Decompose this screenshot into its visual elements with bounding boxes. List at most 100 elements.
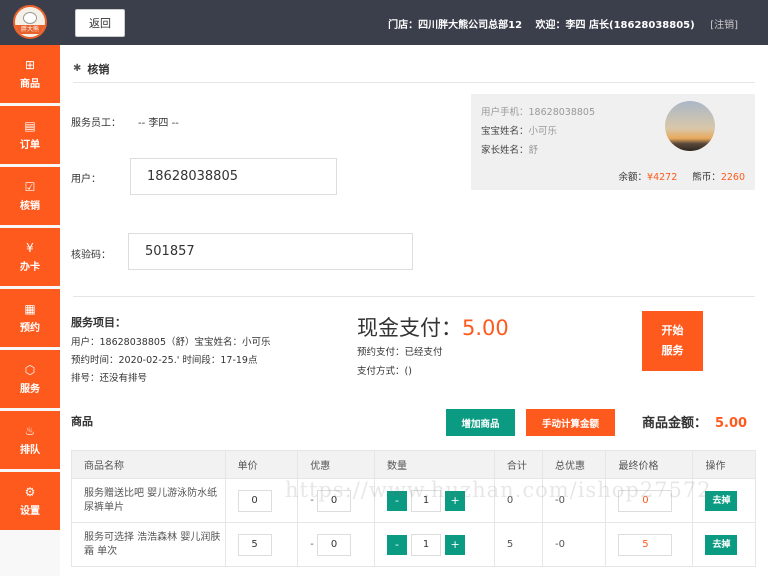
parent-name: 家长姓名：舒 bbox=[481, 142, 538, 156]
balance-info: 余额：¥4272 熊币：2260 bbox=[619, 169, 745, 183]
avatar bbox=[665, 101, 715, 151]
service-title: 服务项目： bbox=[71, 316, 126, 329]
price-cell: 0 bbox=[224, 478, 299, 523]
goods-name: 服务可选择 浩浩森林 婴儿润肤霜 单次 bbox=[71, 522, 226, 567]
check-doc-icon: ☑ bbox=[24, 180, 36, 194]
parent-value: 舒 bbox=[528, 145, 539, 156]
goods-amount-value: 5.00 bbox=[715, 416, 748, 431]
sidebar-item-settings[interactable]: ⚙ 设置 bbox=[0, 472, 60, 530]
sidebar-item-verify[interactable]: ☑ 核销 bbox=[0, 167, 60, 225]
goods-table: 商品名称 单价 优惠 数量 合计 总优惠 最终价格 操作 服务赠送比吧 婴儿游泳… bbox=[71, 450, 756, 567]
col-discount: 优惠 bbox=[297, 450, 376, 479]
sidebar-item-label: 设置 bbox=[20, 506, 40, 517]
qty-cell: -1 + bbox=[374, 522, 495, 567]
user-input[interactable]: 18628038805 bbox=[130, 158, 337, 195]
staff-select[interactable]: -- 李四 -- bbox=[138, 114, 179, 129]
start-service-button[interactable]: 开始服务 bbox=[642, 311, 703, 371]
discount-cell: - 0 bbox=[297, 478, 376, 523]
col-qty: 数量 bbox=[374, 450, 495, 479]
col-total-discount: 总优惠 bbox=[541, 450, 607, 479]
discount-cell: - 0 bbox=[297, 522, 376, 567]
balance-label: 余额： bbox=[618, 172, 648, 183]
main-content: ✱ 核销 服务员工： -- 李四 -- 用户： 18628038805 核验码：… bbox=[60, 45, 768, 576]
bear-face-icon bbox=[23, 12, 37, 24]
phone-value: 18628038805 bbox=[528, 107, 596, 118]
plus-button[interactable]: + bbox=[445, 490, 466, 511]
minus-button[interactable]: - bbox=[387, 534, 408, 555]
service-queue-line: 排号：还没有排号 bbox=[71, 373, 148, 384]
user-phone: 用户手机：18628038805 bbox=[481, 104, 595, 118]
col-action: 操作 bbox=[692, 450, 756, 479]
final-price-input[interactable]: 5 bbox=[618, 533, 673, 556]
col-final: 最终价格 bbox=[605, 450, 694, 479]
remove-button[interactable]: 去掉 bbox=[705, 490, 738, 511]
price-input[interactable]: 0 bbox=[237, 489, 272, 512]
code-label: 核验码： bbox=[71, 250, 111, 261]
pin-icon: ✱ bbox=[73, 63, 82, 74]
brand-logo: 胖大熊 bbox=[13, 5, 47, 39]
sidebar-item-label: 商品 bbox=[20, 79, 40, 90]
sidebar-item-booking[interactable]: ▦ 预约 bbox=[0, 289, 60, 347]
cash-payment-label: 现金支付： bbox=[357, 316, 462, 340]
total-discount-cell: -0 bbox=[541, 478, 607, 523]
sidebar-item-label: 服务 bbox=[20, 384, 40, 395]
action-cell: 去掉 bbox=[692, 522, 756, 567]
sidebar-item-label: 排队 bbox=[20, 445, 40, 456]
coins-label: 熊币： bbox=[692, 172, 721, 183]
service-time-line: 预约时间：2020-02-25.' 时间段：17-19点 bbox=[71, 355, 258, 366]
discount-input[interactable]: 0 bbox=[317, 489, 352, 512]
sidebar-item-orders[interactable]: ▤ 订单 bbox=[0, 106, 60, 164]
discount-input[interactable]: 0 bbox=[317, 533, 352, 556]
goods-name: 服务赠送比吧 婴儿游泳防水纸尿裤单片 bbox=[71, 478, 226, 523]
grid-plus-icon: ⊞ bbox=[24, 58, 36, 72]
sidebar-item-goods[interactable]: ⊞ 商品 bbox=[0, 45, 60, 103]
action-cell: 去掉 bbox=[692, 478, 756, 523]
sidebar-item-queue[interactable]: ♨ 排队 bbox=[0, 411, 60, 469]
welcome-text: 欢迎：李四 店长(18628038805) bbox=[535, 20, 695, 31]
qty-cell: -1 + bbox=[374, 478, 495, 523]
section-title: 核销 bbox=[87, 62, 110, 76]
goods-amount: 商品金额： 5.00 bbox=[642, 412, 747, 431]
col-price: 单价 bbox=[224, 450, 299, 479]
baby-label: 宝宝姓名： bbox=[481, 126, 529, 137]
sidebar-item-label: 办卡 bbox=[20, 262, 40, 273]
user-label: 用户： bbox=[71, 174, 101, 185]
sidebar-item-card[interactable]: ¥ 办卡 bbox=[0, 228, 60, 286]
baby-name: 宝宝姓名：小可乐 bbox=[481, 123, 557, 137]
sidebar-item-label: 预约 bbox=[20, 323, 40, 334]
table-row: 服务赠送比吧 婴儿游泳防水纸尿裤单片 0 - 0 -1 + 0 -0 0 去掉 bbox=[71, 478, 756, 523]
add-goods-button[interactable]: 增加商品 bbox=[446, 409, 515, 436]
user-info-card: 用户手机：18628038805 宝宝姓名：小可乐 家长姓名：舒 余额：¥427… bbox=[471, 94, 755, 190]
final-cell: 0 bbox=[605, 478, 694, 523]
sidebar-item-label: 订单 bbox=[20, 140, 40, 151]
minus-button[interactable]: - bbox=[387, 490, 408, 511]
final-cell: 5 bbox=[605, 522, 694, 567]
remove-button[interactable]: 去掉 bbox=[705, 534, 738, 555]
balance-value: ¥4272 bbox=[647, 172, 678, 183]
total-cell: 0 bbox=[493, 478, 543, 523]
col-name: 商品名称 bbox=[71, 450, 226, 479]
quantity-stepper: -1 + bbox=[387, 533, 466, 556]
start-service-label: 开始服务 bbox=[661, 324, 684, 357]
back-button[interactable]: 返回 bbox=[75, 9, 125, 37]
service-user-line: 用户：18628038805（舒）宝宝姓名：小可乐 bbox=[71, 337, 271, 348]
store-info: 门店：四川胖大熊公司总部12 欢迎：李四 店长(18628038805) [注销… bbox=[388, 16, 738, 31]
qty-input[interactable]: 1 bbox=[411, 489, 442, 512]
logout-link[interactable]: [注销] bbox=[710, 20, 738, 31]
manual-calc-button[interactable]: 手动计算金额 bbox=[526, 409, 615, 436]
logo-text: 胖大熊 bbox=[15, 25, 45, 34]
divider bbox=[73, 296, 755, 297]
payment-method: 支付方式：() bbox=[357, 366, 412, 377]
qty-input[interactable]: 1 bbox=[411, 533, 442, 556]
verify-code-input[interactable]: 501857 bbox=[128, 233, 413, 270]
final-price-input[interactable]: 0 bbox=[618, 489, 673, 512]
cash-payment: 现金支付：5.00 bbox=[357, 312, 509, 342]
price-input[interactable]: 5 bbox=[237, 533, 272, 556]
total-discount-cell: -0 bbox=[541, 522, 607, 567]
section-header: ✱ 核销 bbox=[73, 55, 755, 83]
prepay-status: 预约支付：已经支付 bbox=[357, 347, 443, 358]
sidebar-item-service[interactable]: ⬡ 服务 bbox=[0, 350, 60, 408]
plus-button[interactable]: + bbox=[445, 534, 466, 555]
cash-payment-amount: 5.00 bbox=[462, 316, 509, 340]
price-cell: 5 bbox=[224, 522, 299, 567]
